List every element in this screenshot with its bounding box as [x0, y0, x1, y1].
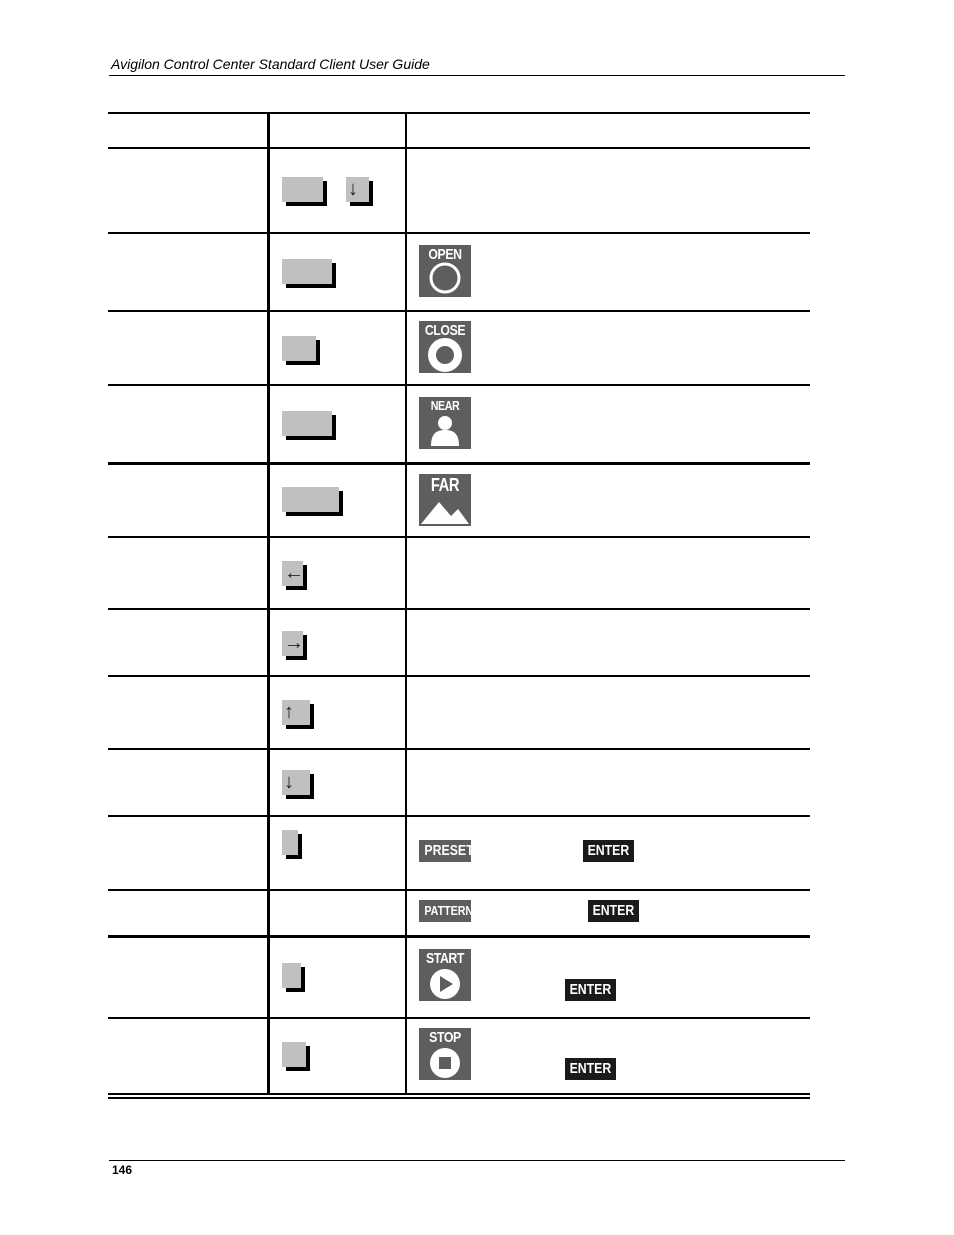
key-blank [282, 830, 298, 855]
key-blank [282, 336, 316, 361]
enter-icon: ENTER [565, 979, 616, 1001]
column-divider [267, 112, 270, 1095]
row-rule [108, 536, 810, 538]
row-rule [108, 889, 810, 891]
start-icon: START [419, 949, 471, 1001]
focus-near-icon: NEAR [419, 397, 471, 449]
row-rule [108, 1017, 810, 1019]
row-rule [108, 310, 810, 312]
row-rule [108, 675, 810, 677]
key-blank [282, 177, 323, 202]
focus-far-icon: FAR [419, 474, 471, 526]
row-rule [108, 384, 810, 386]
keyboard-shortcut-table: ↓ OPEN CLOSE NEAR FAR ← → ↑ ↓ PRESET ENT… [108, 112, 810, 1102]
key-left-arrow: ← [282, 561, 304, 586]
key-blank [282, 259, 332, 284]
key-blank [282, 487, 339, 512]
header-rule [109, 75, 845, 76]
key-blank [282, 1042, 306, 1067]
key-down-arrow: ↓ [282, 770, 310, 795]
row-rule [108, 232, 810, 234]
column-divider [405, 112, 407, 1095]
stop-icon: STOP [419, 1028, 471, 1080]
row-rule [108, 815, 810, 817]
document-header-title: Avigilon Control Center Standard Client … [111, 56, 430, 72]
key-blank [282, 963, 301, 988]
page-number: 146 [112, 1163, 133, 1177]
row-rule [108, 462, 810, 465]
enter-icon: ENTER [588, 900, 639, 922]
key-blank [282, 411, 332, 436]
preset-icon: PRESET [419, 840, 474, 862]
iris-close-icon: CLOSE [419, 321, 471, 373]
row-rule [108, 748, 810, 750]
key-up-arrow: ↑ [282, 700, 310, 725]
iris-open-icon: OPEN [419, 245, 471, 297]
key-down-arrow: ↓ [346, 177, 369, 202]
table-top-rule [108, 112, 810, 114]
pattern-icon: PATTERN [419, 900, 473, 922]
row-rule [108, 147, 810, 149]
key-right-arrow: → [282, 631, 304, 656]
row-rule [108, 935, 810, 938]
table-bottom-rule [108, 1093, 810, 1095]
footer-rule [109, 1160, 845, 1161]
table-bottom-rule-2 [108, 1097, 810, 1099]
enter-icon: ENTER [565, 1058, 616, 1080]
row-rule [108, 608, 810, 610]
enter-icon: ENTER [583, 840, 634, 862]
